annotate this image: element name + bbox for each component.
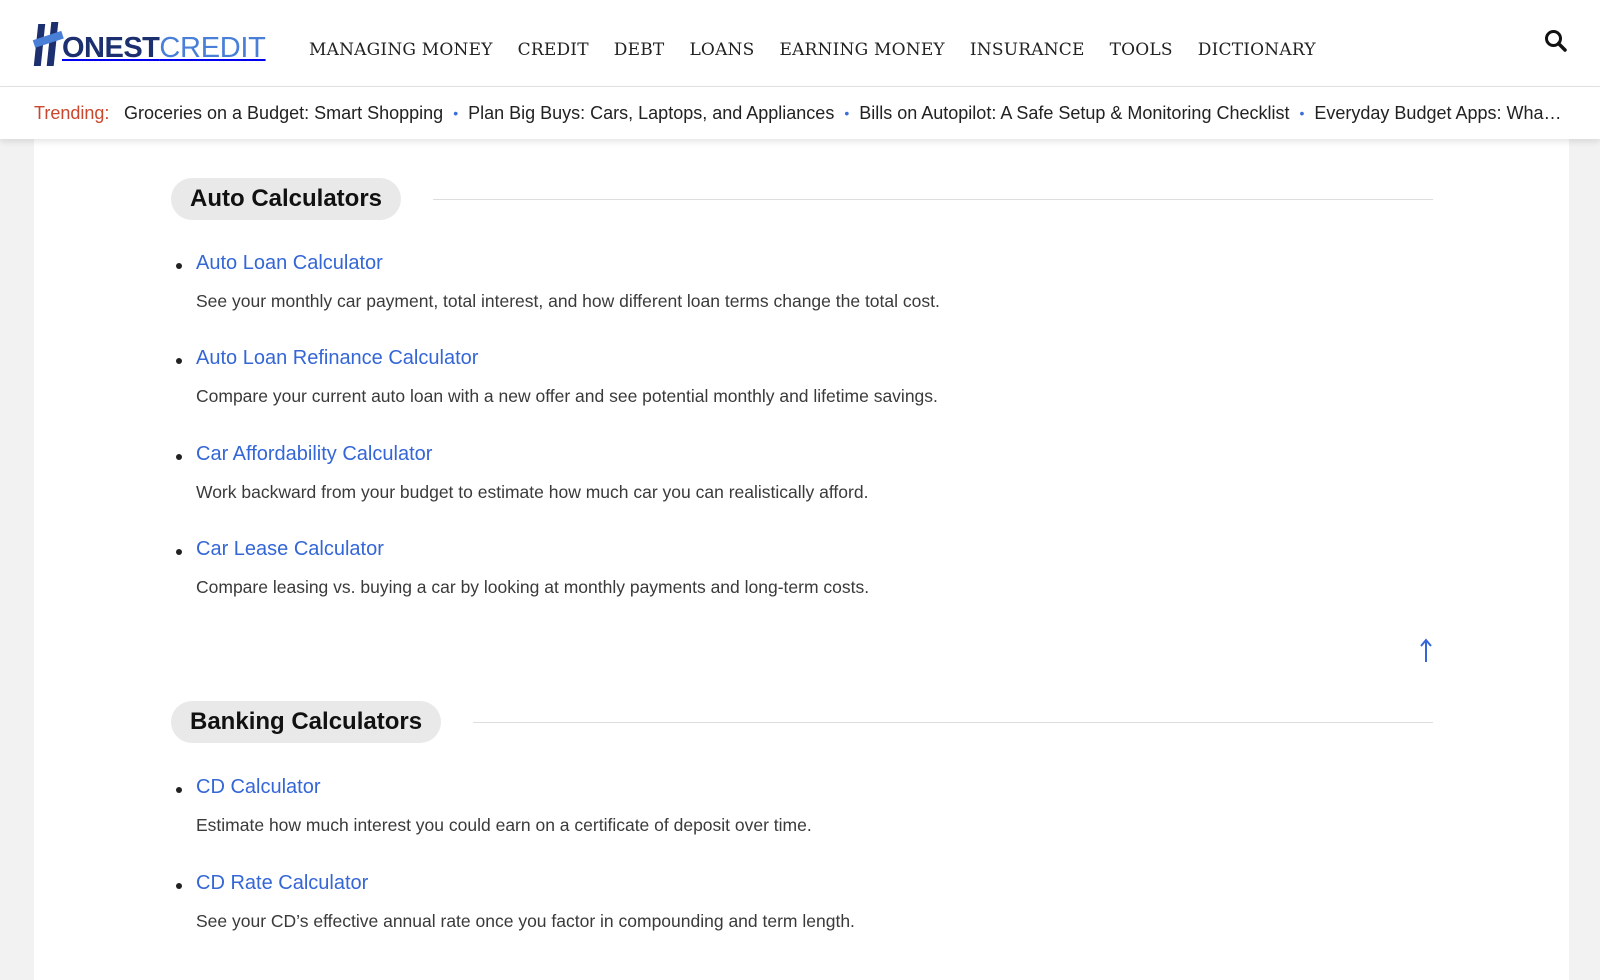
arrow-up-icon [1420,638,1432,662]
logo-h-icon [32,22,64,66]
site-logo[interactable]: ONEST CREDIT [32,20,266,66]
calculator-description: Compare leasing vs. buying a car by look… [196,577,870,597]
auto-loan-refinance-calculator-link[interactable]: Auto Loan Refinance Calculator [196,347,478,370]
cd-calculator-link[interactable]: CD Calculator [196,776,320,799]
trending-item[interactable]: Bills on Autopilot: A Safe Setup & Monit… [859,103,1289,123]
trending-item[interactable]: Everyday Budget Apps: What… [1314,103,1564,123]
calculator-description: Work backward from your budget to estima… [196,482,869,502]
trending-label: Trending: [34,103,110,123]
back-to-top-button[interactable] [1416,636,1436,666]
nav-managing-money[interactable]: MANAGING MONEY [309,38,493,62]
trending-bar: Trending: Groceries on a Budget: Smart S… [0,87,1600,139]
search-button[interactable] [1543,28,1569,54]
section-banking-calculators: Banking Calculators CD Calculator Estima… [171,701,1433,931]
logo-text-bold: ONEST [62,32,160,64]
nav-earning-money[interactable]: EARNING MONEY [779,38,944,62]
calculator-description: See your CD’s effective annual rate once… [196,911,855,931]
cd-rate-calculator-link[interactable]: CD Rate Calculator [196,872,368,895]
list-bullet [176,883,182,889]
section-header: Auto Calculators [171,178,1433,220]
trending-item[interactable]: Plan Big Buys: Cars, Laptops, and Applia… [468,103,834,123]
main-content: Auto Calculators Auto Loan Calculator Se… [34,139,1569,980]
site-header: ONEST CREDIT MANAGING MONEY CREDIT DEBT … [0,0,1600,87]
list-bullet [176,358,182,364]
car-lease-calculator-link[interactable]: Car Lease Calculator [196,538,384,561]
nav-tools[interactable]: TOOLS [1110,38,1173,62]
nav-dictionary[interactable]: DICTIONARY [1198,38,1316,62]
calculator-description: Estimate how much interest you could ear… [196,815,812,835]
section-divider [433,199,1433,200]
nav-debt[interactable]: DEBT [614,38,665,62]
search-icon [1545,30,1567,52]
main-nav: MANAGING MONEY CREDIT DEBT LOANS EARNING… [309,38,1341,62]
auto-loan-calculator-link[interactable]: Auto Loan Calculator [196,252,383,275]
list-bullet [176,549,182,555]
bullet-separator: • [453,105,459,121]
trending-list: Groceries on a Budget: Smart Shopping • Pl… [124,103,1564,124]
list-bullet [176,454,182,460]
bullet-separator: • [844,105,850,121]
section-title: Banking Calculators [171,701,442,743]
section-auto-calculators: Auto Calculators Auto Loan Calculator Se… [171,178,1433,597]
nav-insurance[interactable]: INSURANCE [970,38,1085,62]
nav-credit[interactable]: CREDIT [518,38,589,62]
bullet-separator: • [1299,105,1305,121]
nav-loans[interactable]: LOANS [689,38,754,62]
car-affordability-calculator-link[interactable]: Car Affordability Calculator [196,443,432,466]
list-bullet [176,787,182,793]
calculator-description: Compare your current auto loan with a ne… [196,386,938,406]
list-bullet [176,263,182,269]
calculator-description: See your monthly car payment, total inte… [196,291,940,311]
logo-text-light: CREDIT [159,32,266,64]
trending-item[interactable]: Groceries on a Budget: Smart Shopping [124,103,443,123]
section-header: Banking Calculators [171,701,1433,743]
section-divider [473,722,1433,723]
section-title: Auto Calculators [171,178,402,220]
